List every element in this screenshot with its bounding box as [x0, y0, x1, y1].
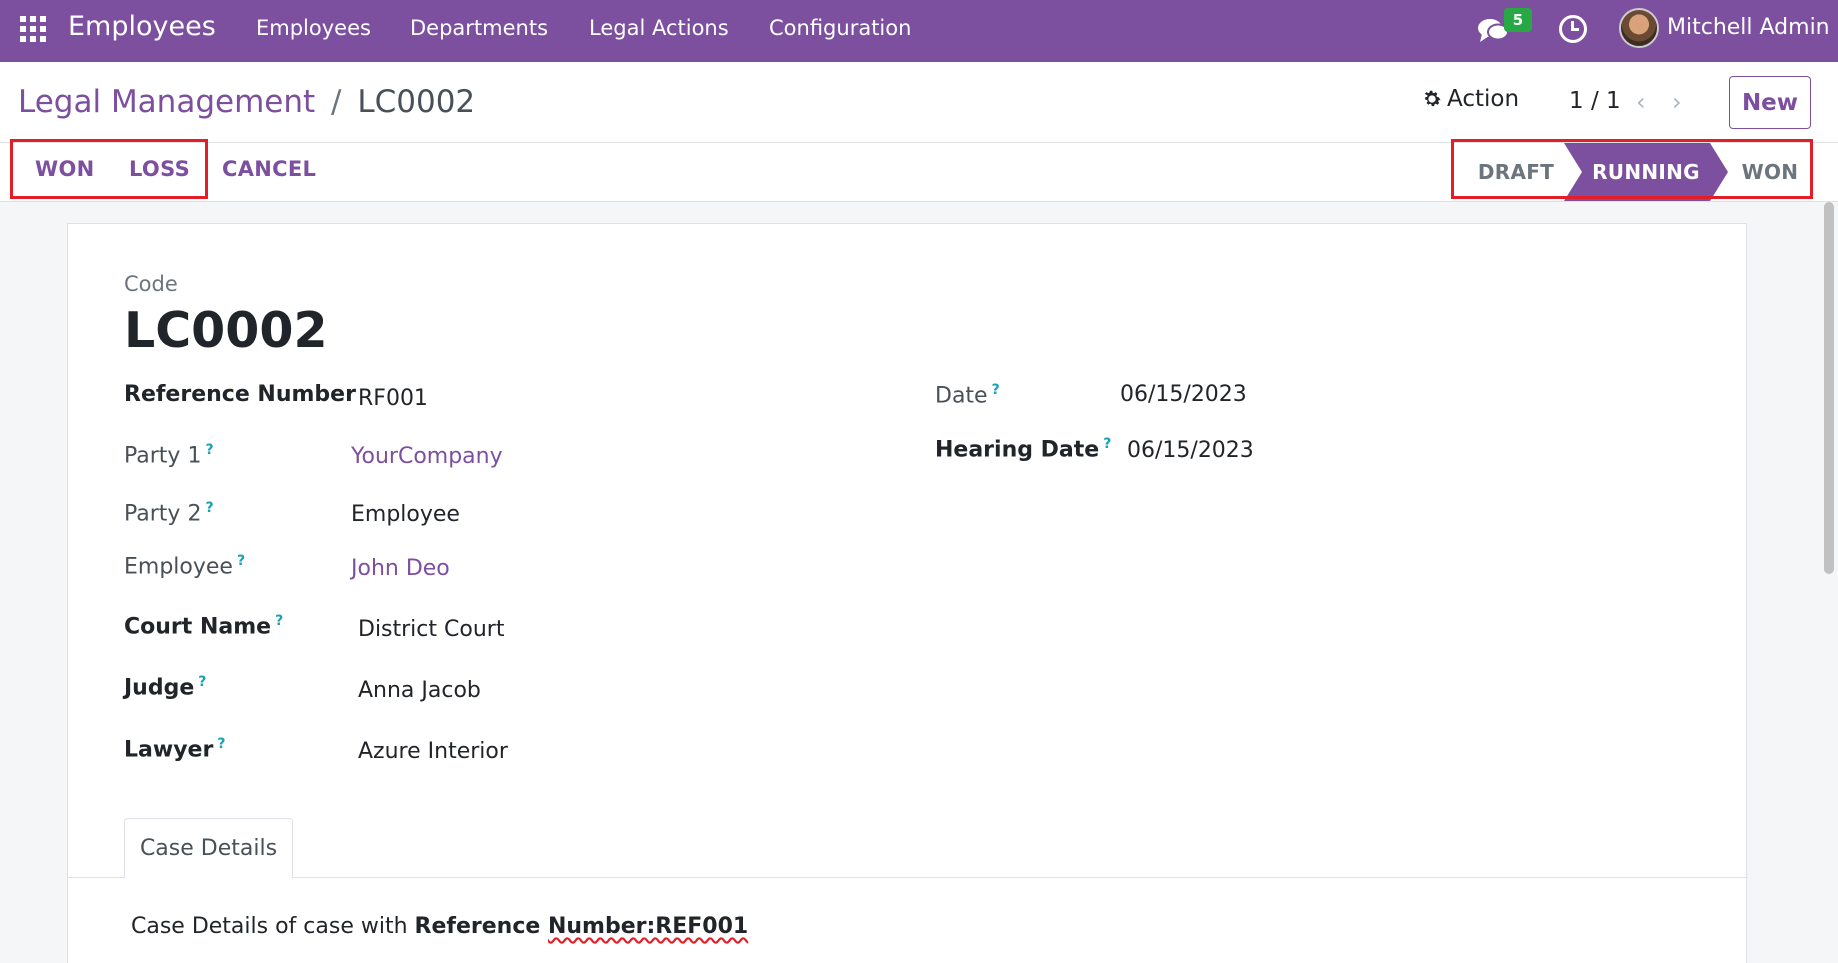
help-icon[interactable]: ? — [1103, 436, 1111, 452]
label-court-name: Court Name? — [124, 613, 284, 640]
label-date: Date? — [935, 382, 1000, 409]
action-label: Action — [1447, 86, 1520, 112]
label-reference-number: Reference Number — [124, 382, 356, 407]
breadcrumb-parent[interactable]: Legal Management — [18, 84, 315, 120]
breadcrumb-separator: / — [331, 84, 342, 120]
case-details-bold-2: Number:REF001 — [547, 914, 749, 939]
menu-legal-actions[interactable]: Legal Actions — [589, 16, 729, 40]
value-party-1[interactable]: YourCompany — [351, 444, 503, 469]
pager-value[interactable]: 1 / 1 — [1569, 88, 1621, 114]
label-party-2: Party 2? — [124, 500, 214, 527]
label-hearing-date: Hearing Date? — [935, 436, 1112, 463]
pager-prev-icon[interactable]: ‹ — [1636, 88, 1646, 116]
breadcrumb: Legal Management / LC0002 — [18, 84, 475, 120]
help-icon[interactable]: ? — [217, 736, 225, 752]
value-party-2[interactable]: Employee — [351, 502, 460, 527]
label-judge: Judge? — [124, 674, 207, 701]
value-date[interactable]: 06/15/2023 — [1120, 382, 1247, 407]
code-label: Code — [124, 272, 178, 296]
value-lawyer[interactable]: Azure Interior — [358, 739, 508, 764]
notebook-tabs: Case Details — [68, 818, 1748, 879]
value-judge[interactable]: Anna Jacob — [358, 678, 481, 703]
case-details-prefix: Case Details of case with — [131, 914, 415, 939]
label-party-1: Party 1? — [124, 442, 214, 469]
user-name[interactable]: Mitchell Admin — [1667, 15, 1830, 40]
status-bar: WON LOSS CANCEL DRAFT RUNNING WON — [0, 139, 1838, 202]
clock-icon[interactable] — [1559, 15, 1587, 43]
label-lawyer: Lawyer? — [124, 736, 226, 763]
chat-count-badge: 5 — [1504, 8, 1532, 32]
action-button[interactable]: Action — [1421, 86, 1519, 112]
help-icon[interactable]: ? — [205, 442, 213, 458]
code-value[interactable]: LC0002 — [124, 302, 328, 359]
highlight-box-actions — [10, 139, 208, 199]
value-employee[interactable]: John Deo — [351, 556, 450, 581]
app-title[interactable]: Employees — [68, 11, 216, 42]
pager-next-icon[interactable]: › — [1672, 88, 1682, 116]
case-details-bold-1: Reference — [414, 914, 548, 939]
new-button[interactable]: New — [1729, 76, 1811, 129]
user-avatar[interactable] — [1619, 8, 1659, 48]
menu-employees[interactable]: Employees — [256, 16, 371, 40]
case-details-content[interactable]: Case Details of case with Reference Numb… — [131, 914, 748, 939]
help-icon[interactable]: ? — [237, 553, 245, 569]
help-icon[interactable]: ? — [992, 382, 1000, 398]
gear-icon — [1424, 90, 1441, 107]
top-navbar: Employees Employees Departments Legal Ac… — [0, 0, 1838, 62]
breadcrumb-current: LC0002 — [357, 84, 476, 120]
cancel-button[interactable]: CANCEL — [222, 157, 316, 181]
value-hearing-date[interactable]: 06/15/2023 — [1127, 438, 1254, 463]
value-court-name[interactable]: District Court — [358, 617, 504, 642]
highlight-box-stages — [1451, 139, 1813, 199]
tab-case-details[interactable]: Case Details — [124, 818, 293, 879]
scrollbar[interactable] — [1824, 202, 1834, 574]
help-icon[interactable]: ? — [198, 674, 206, 690]
help-icon[interactable]: ? — [275, 613, 283, 629]
label-employee: Employee? — [124, 553, 246, 580]
menu-departments[interactable]: Departments — [410, 16, 548, 40]
form-sheet: Code LC0002 Reference Number RF001 Party… — [67, 223, 1748, 963]
apps-grid-icon[interactable] — [20, 16, 46, 42]
value-reference-number[interactable]: RF001 — [358, 386, 428, 411]
help-icon[interactable]: ? — [205, 500, 213, 516]
control-panel: Legal Management / LC0002 Action 1 / 1 ‹… — [0, 62, 1838, 142]
menu-configuration[interactable]: Configuration — [769, 16, 911, 40]
